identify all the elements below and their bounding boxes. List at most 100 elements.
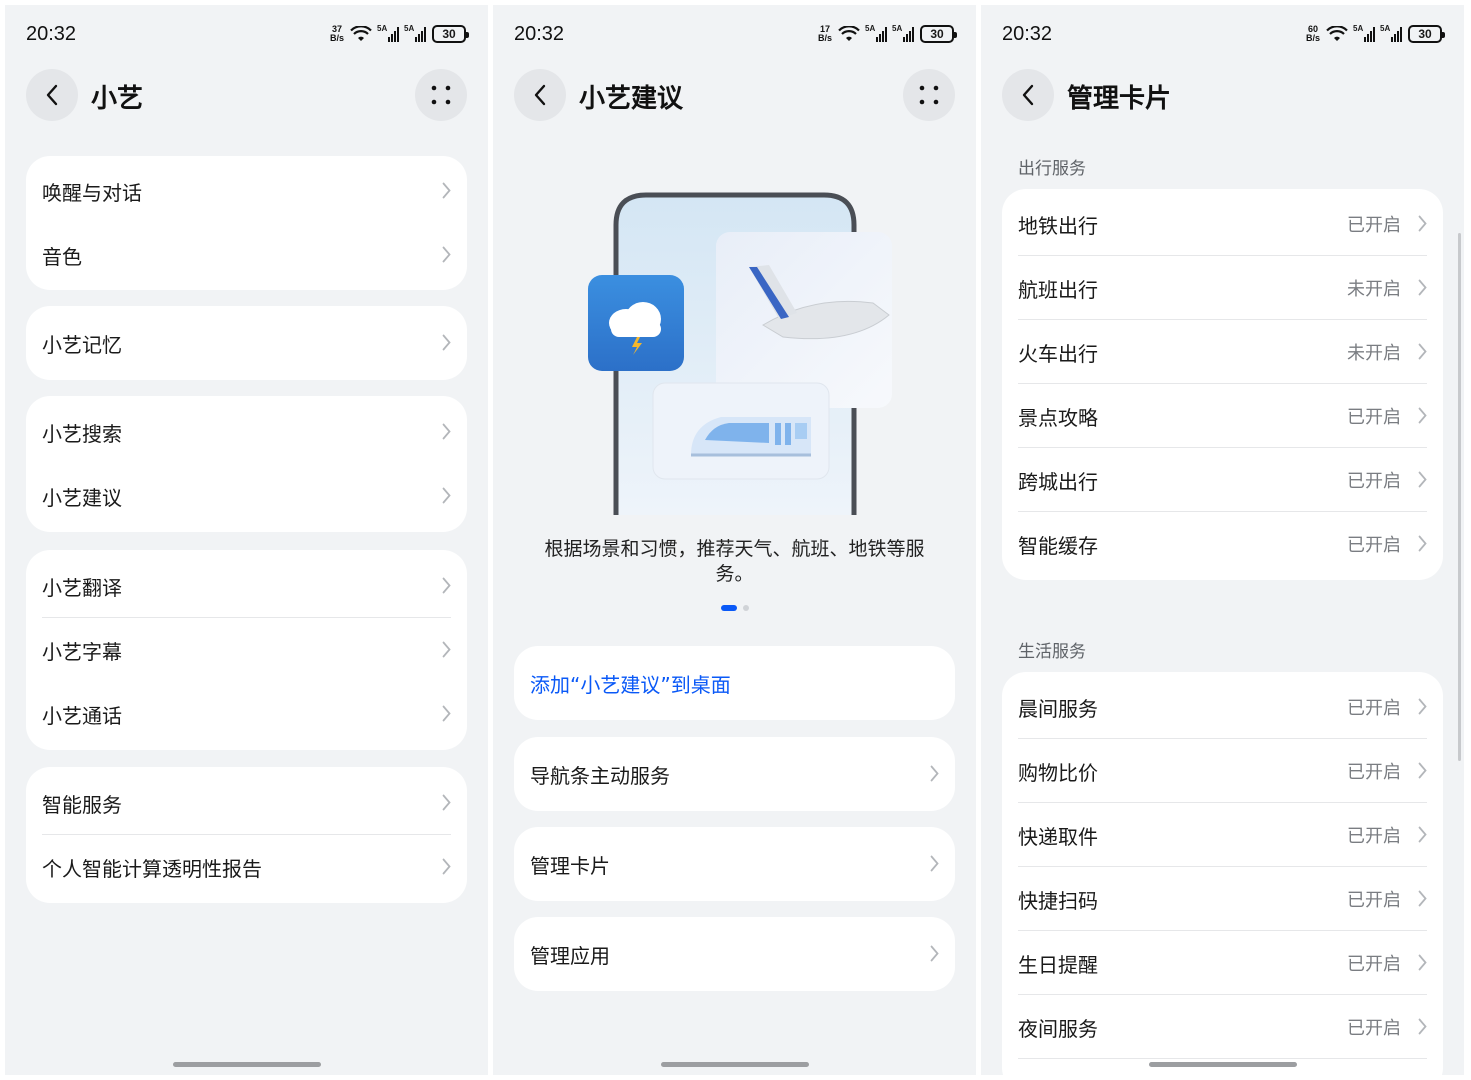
list-item[interactable]: 小艺字幕 bbox=[26, 618, 467, 682]
chevron-right-icon bbox=[1418, 279, 1427, 296]
more-button[interactable] bbox=[415, 69, 467, 121]
chevron-right-icon bbox=[1418, 762, 1427, 779]
chevron-right-icon bbox=[442, 423, 451, 440]
chevron-right-icon bbox=[1418, 890, 1427, 907]
battery-icon: 30 bbox=[920, 25, 957, 43]
status-text: 未开启 bbox=[1347, 343, 1401, 364]
chevron-right-icon bbox=[442, 858, 451, 875]
status-time: 20:32 bbox=[1002, 23, 1053, 45]
page-indicator[interactable] bbox=[493, 605, 976, 611]
status-text: 已开启 bbox=[1347, 954, 1401, 975]
screen-manage-cards: 20:32 60 B/s 5A 5A 30 管理卡片 出行服务 地铁出行 已开启 航… bbox=[981, 5, 1464, 1075]
chevron-right-icon bbox=[930, 765, 939, 782]
chevron-right-icon bbox=[930, 945, 939, 962]
settings-group: 小艺搜索 小艺建议 bbox=[26, 396, 467, 532]
chevron-right-icon bbox=[1418, 215, 1427, 232]
chevron-right-icon bbox=[442, 794, 451, 811]
back-arrow-icon bbox=[46, 84, 58, 106]
page-dot[interactable] bbox=[742, 605, 749, 611]
status-time: 20:32 bbox=[26, 23, 77, 45]
screen-xiaoyi-settings: 20:32 37 B/s 5A 5A 30 小艺 唤醒与对话 音色 小艺记忆 小艺… bbox=[5, 5, 488, 1075]
status-text: 已开启 bbox=[1347, 762, 1401, 783]
list-item[interactable]: 智能缓存 已开启 bbox=[1002, 512, 1443, 576]
back-button[interactable] bbox=[514, 69, 566, 121]
status-time: 20:32 bbox=[514, 23, 565, 45]
chevron-right-icon bbox=[1418, 954, 1427, 971]
list-item[interactable]: 导航条主动服务 bbox=[514, 737, 955, 811]
settings-group: 导航条主动服务 bbox=[514, 737, 955, 811]
status-bar: 20:32 17 B/s 5A 5A 30 bbox=[493, 5, 976, 63]
list-item[interactable]: 音色 bbox=[26, 223, 467, 287]
signal-icon: 5A bbox=[377, 24, 399, 42]
status-text: 未开启 bbox=[1347, 279, 1401, 300]
list-item[interactable]: 购物比价 已开启 bbox=[1002, 739, 1443, 803]
back-button[interactable] bbox=[26, 69, 78, 121]
back-arrow-icon bbox=[534, 84, 546, 106]
list-item[interactable]: 小艺搜索 bbox=[26, 400, 467, 464]
list-item[interactable]: 智能服务 bbox=[26, 771, 467, 835]
chevron-right-icon bbox=[1418, 343, 1427, 360]
chevron-right-icon bbox=[442, 705, 451, 722]
list-item[interactable]: 生日提醒 已开启 bbox=[1002, 931, 1443, 995]
home-indicator[interactable] bbox=[172, 1062, 321, 1067]
status-text: 已开启 bbox=[1347, 890, 1401, 911]
battery-icon: 30 bbox=[1408, 25, 1445, 43]
list-item[interactable]: 火车出行 未开启 bbox=[1002, 320, 1443, 384]
home-indicator[interactable] bbox=[660, 1062, 809, 1067]
status-text: 已开启 bbox=[1347, 535, 1401, 556]
list-item[interactable]: 晨间服务 已开启 bbox=[1002, 675, 1443, 739]
list-item[interactable]: 航班出行 未开启 bbox=[1002, 256, 1443, 320]
wifi-icon bbox=[350, 26, 372, 41]
network-speed: 17 B/s bbox=[817, 24, 832, 43]
chevron-right-icon bbox=[442, 246, 451, 263]
wifi-icon bbox=[838, 26, 860, 41]
list-item[interactable]: 小艺建议 bbox=[26, 464, 467, 528]
settings-group: 管理应用 bbox=[514, 917, 955, 991]
list-item[interactable]: 地铁出行 已开启 bbox=[1002, 192, 1443, 256]
settings-group: 小艺记忆 bbox=[26, 306, 467, 380]
page-dot[interactable] bbox=[720, 605, 737, 611]
battery-icon: 30 bbox=[432, 25, 469, 43]
status-text: 已开启 bbox=[1347, 215, 1401, 236]
network-speed: 60 B/s bbox=[1305, 24, 1320, 43]
scrollbar[interactable] bbox=[1458, 233, 1461, 761]
card-list-travel: 地铁出行 已开启 航班出行 未开启 火车出行 未开启 景点攻略 已开启 跨城出行 已开启 … bbox=[1002, 189, 1443, 580]
list-item[interactable]: 小艺通话 bbox=[26, 682, 467, 746]
list-item[interactable]: 小艺记忆 bbox=[26, 311, 467, 375]
more-dots-icon bbox=[919, 85, 939, 105]
home-indicator[interactable] bbox=[1148, 1062, 1297, 1067]
status-text: 已开启 bbox=[1347, 826, 1401, 847]
signal-icon: 5A bbox=[1380, 24, 1402, 42]
wifi-icon bbox=[1326, 26, 1348, 41]
feature-description: 根据场景和习惯，推荐天气、航班、地铁等服务。 bbox=[544, 538, 925, 585]
list-item[interactable]: 个人智能计算透明性报告 bbox=[26, 835, 467, 899]
add-to-desktop-link[interactable]: 添加“小艺建议”到桌面 bbox=[514, 646, 955, 720]
screen-xiaoyi-suggestions: 20:32 17 B/s 5A 5A 30 小艺建议 根据场景和习惯，推荐天气、… bbox=[493, 5, 976, 1075]
settings-group: 添加“小艺建议”到桌面 bbox=[514, 646, 955, 720]
chevron-right-icon bbox=[930, 855, 939, 872]
status-bar: 20:32 37 B/s 5A 5A 30 bbox=[5, 5, 488, 63]
status-text: 已开启 bbox=[1347, 1018, 1401, 1039]
list-item[interactable]: 快捷扫码 已开启 bbox=[1002, 867, 1443, 931]
chevron-right-icon bbox=[1418, 535, 1427, 552]
card-list-life: 晨间服务 已开启 购物比价 已开启 快递取件 已开启 快捷扫码 已开启 生日提醒 已开启 … bbox=[1002, 672, 1443, 1075]
signal-icon: 5A bbox=[1353, 24, 1375, 42]
suggestion-illustration bbox=[588, 192, 892, 515]
chevron-right-icon bbox=[442, 577, 451, 594]
list-item[interactable]: 管理卡片 bbox=[514, 827, 955, 901]
signal-icon: 5A bbox=[404, 24, 426, 42]
chevron-right-icon bbox=[442, 182, 451, 199]
list-item[interactable]: 管理应用 bbox=[514, 917, 955, 991]
more-button[interactable] bbox=[903, 69, 955, 121]
back-button[interactable] bbox=[1002, 69, 1054, 121]
list-item[interactable]: 快递取件 已开启 bbox=[1002, 803, 1443, 867]
chevron-right-icon bbox=[442, 334, 451, 351]
list-item[interactable]: 跨城出行 已开启 bbox=[1002, 448, 1443, 512]
list-item[interactable]: 景点攻略 已开启 bbox=[1002, 384, 1443, 448]
chevron-right-icon bbox=[1418, 1018, 1427, 1035]
list-item[interactable]: 唤醒与对话 bbox=[26, 159, 467, 223]
list-item[interactable]: 小艺翻译 bbox=[26, 554, 467, 618]
train-icon bbox=[691, 417, 811, 457]
list-item[interactable]: 夜间服务 已开启 bbox=[1002, 995, 1443, 1059]
more-dots-icon bbox=[431, 85, 451, 105]
